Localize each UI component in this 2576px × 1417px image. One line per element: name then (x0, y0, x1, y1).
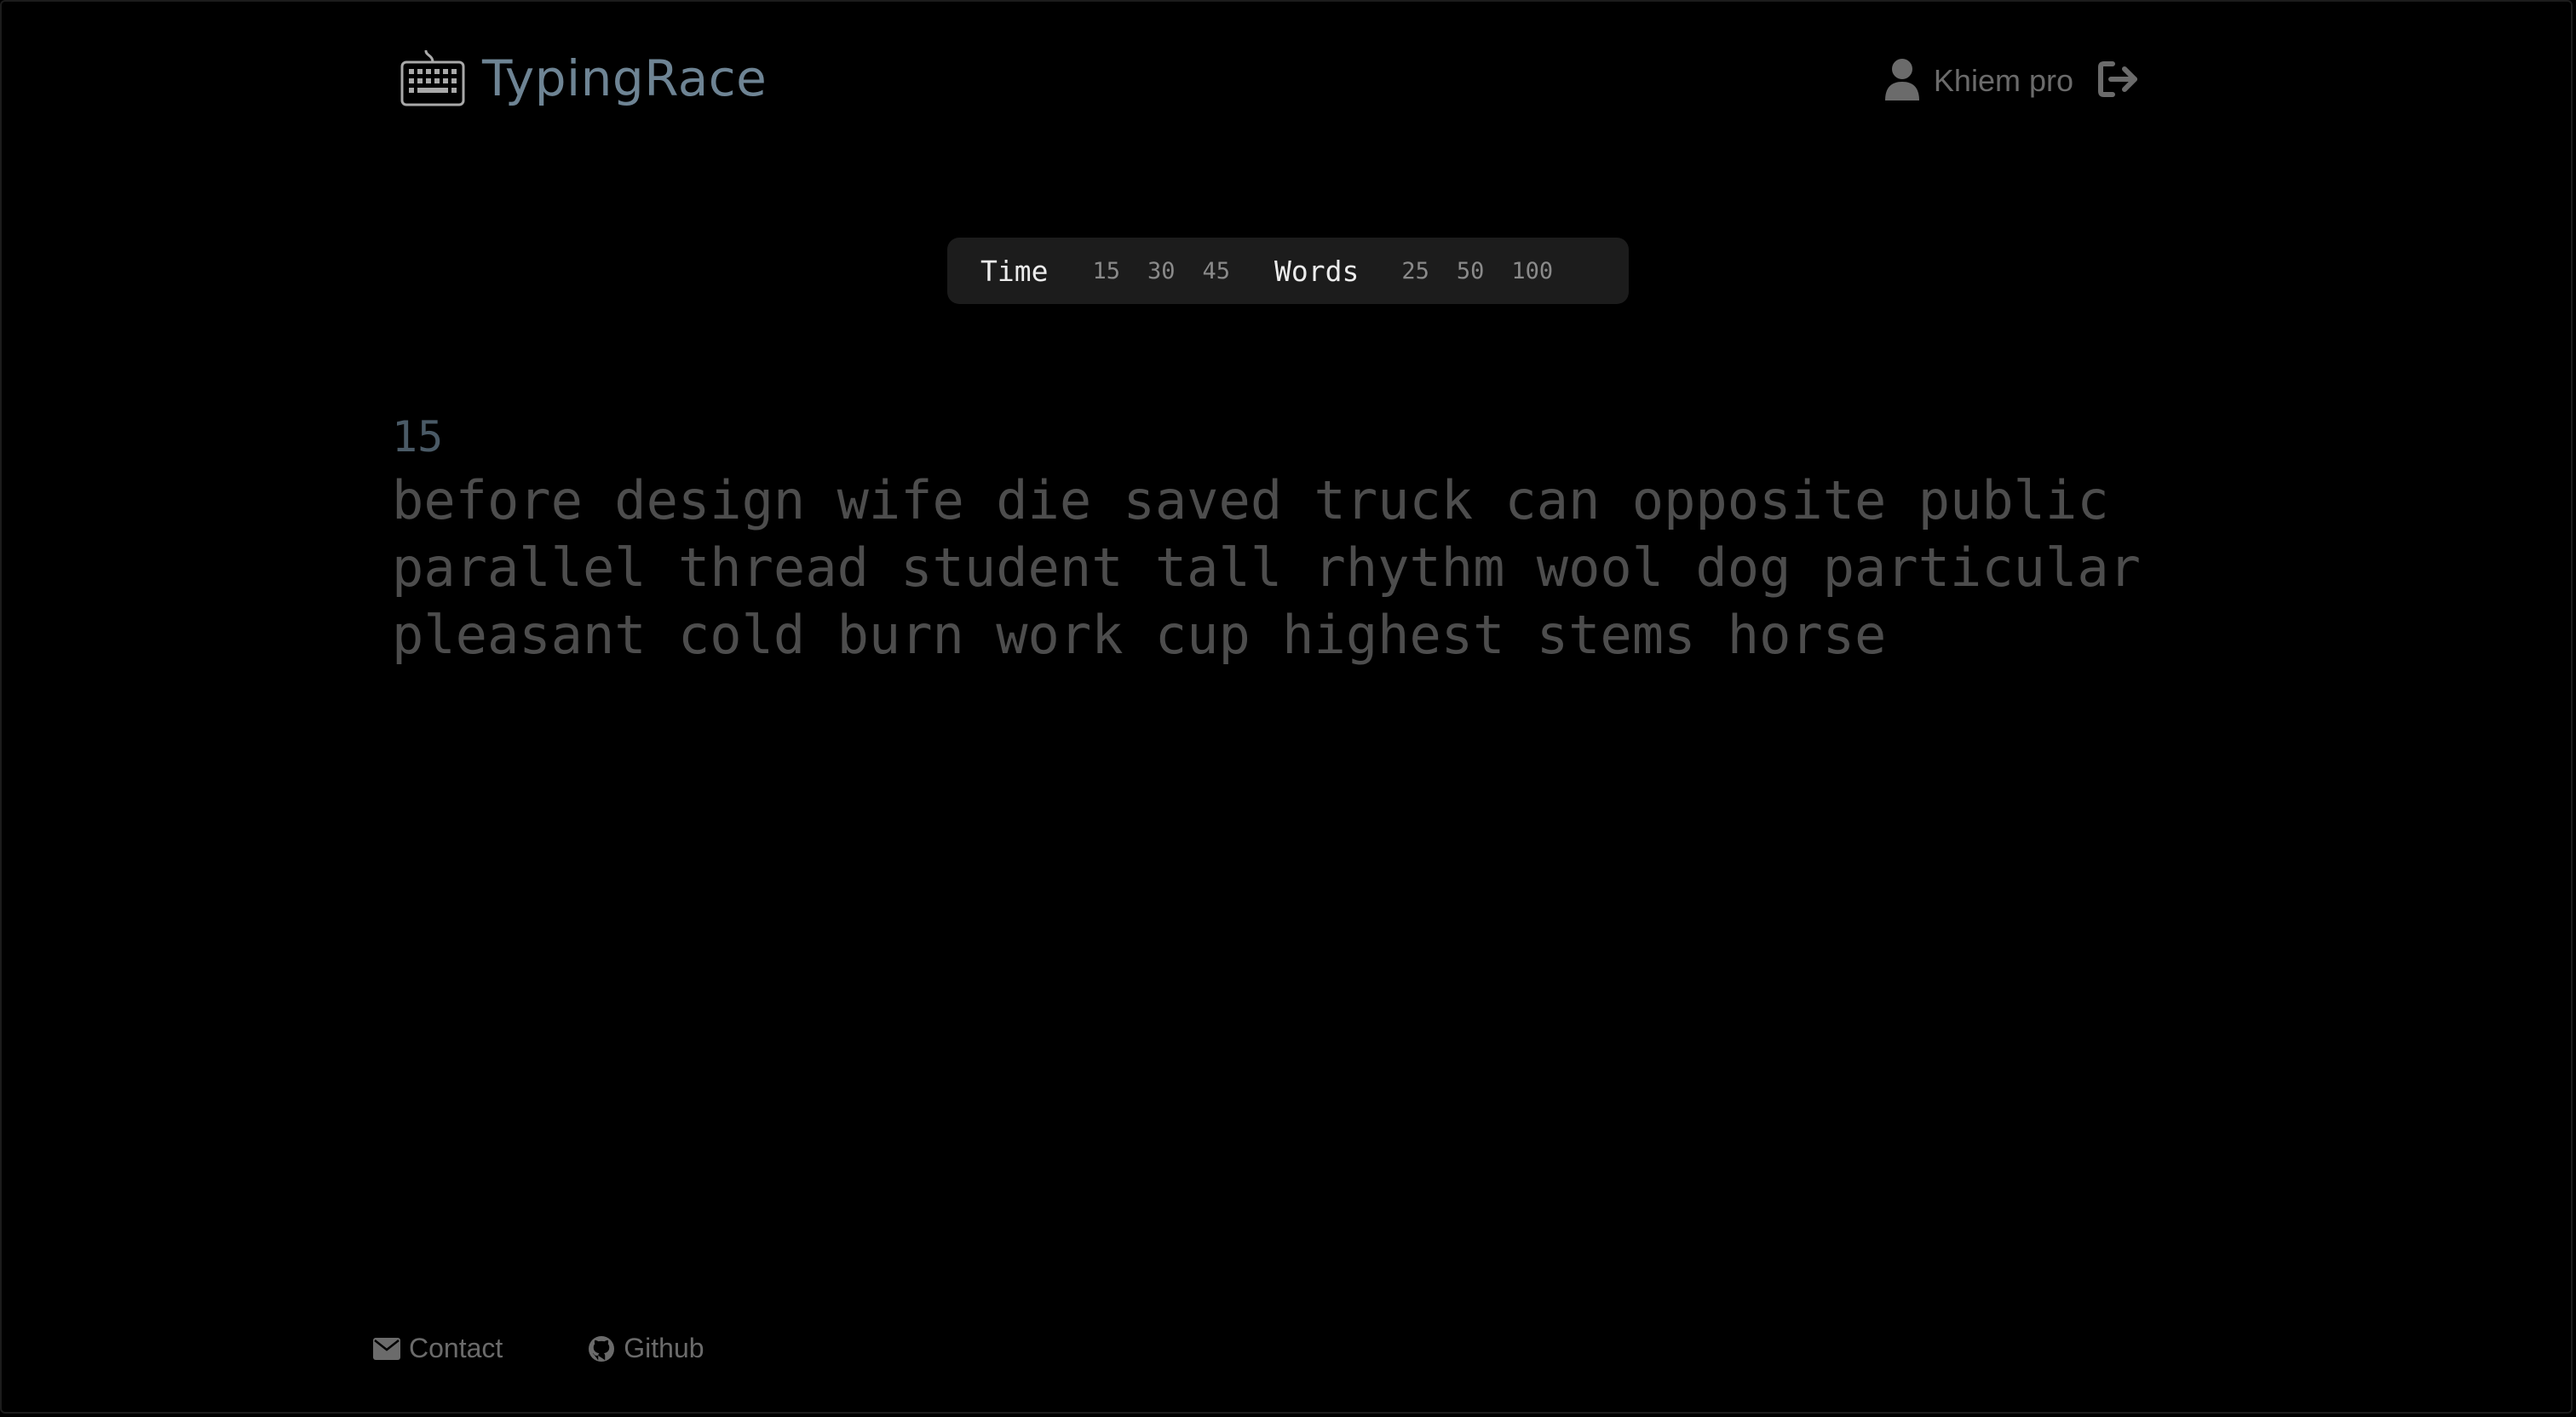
user-area: Khiem pro (1884, 58, 2140, 104)
github-link[interactable]: Github (588, 1333, 704, 1364)
user-icon (1884, 58, 1920, 104)
sign-out-icon (2098, 61, 2137, 97)
contact-link[interactable]: Contact (373, 1333, 503, 1364)
word-option-25[interactable]: 25 (1401, 258, 1429, 284)
time-options: 15 30 45 (1092, 258, 1230, 284)
time-option-15[interactable]: 15 (1092, 258, 1120, 284)
envelope-icon (373, 1337, 400, 1360)
user-profile-button[interactable]: Khiem pro (1884, 58, 2073, 104)
time-option-30[interactable]: 30 (1147, 258, 1176, 284)
keyboard-icon (400, 50, 465, 106)
mode-time-button[interactable]: Time (980, 255, 1048, 288)
typing-test-area[interactable]: 15 before design wife die saved truck ca… (392, 407, 2181, 668)
footer: Contact Github (373, 1333, 704, 1364)
mode-words-button[interactable]: Words (1274, 255, 1359, 288)
user-name: Khiem pro (1933, 63, 2073, 98)
word-line: parallel thread student tall rhythm wool… (392, 536, 2141, 599)
contact-label: Contact (409, 1333, 503, 1363)
app-name: TypingRace (482, 49, 768, 107)
time-option-45[interactable]: 45 (1203, 258, 1231, 284)
word-options: 25 50 100 (1401, 258, 1553, 284)
app-frame (0, 0, 2573, 1414)
logout-button[interactable] (2097, 60, 2140, 101)
countdown-timer: 15 (392, 412, 444, 462)
word-list[interactable]: before design wife die saved truck can o… (392, 467, 2181, 668)
word-option-50[interactable]: 50 (1457, 258, 1485, 284)
word-line: before design wife die saved truck can o… (392, 469, 2109, 531)
word-option-100[interactable]: 100 (1511, 258, 1553, 284)
word-line: pleasant cold burn work cup highest stem… (392, 604, 1887, 666)
app-logo[interactable]: TypingRace (400, 49, 767, 107)
github-label: Github (624, 1333, 704, 1363)
mode-selector: Time 15 30 45 Words 25 50 100 (947, 238, 1629, 304)
github-icon (588, 1335, 615, 1362)
